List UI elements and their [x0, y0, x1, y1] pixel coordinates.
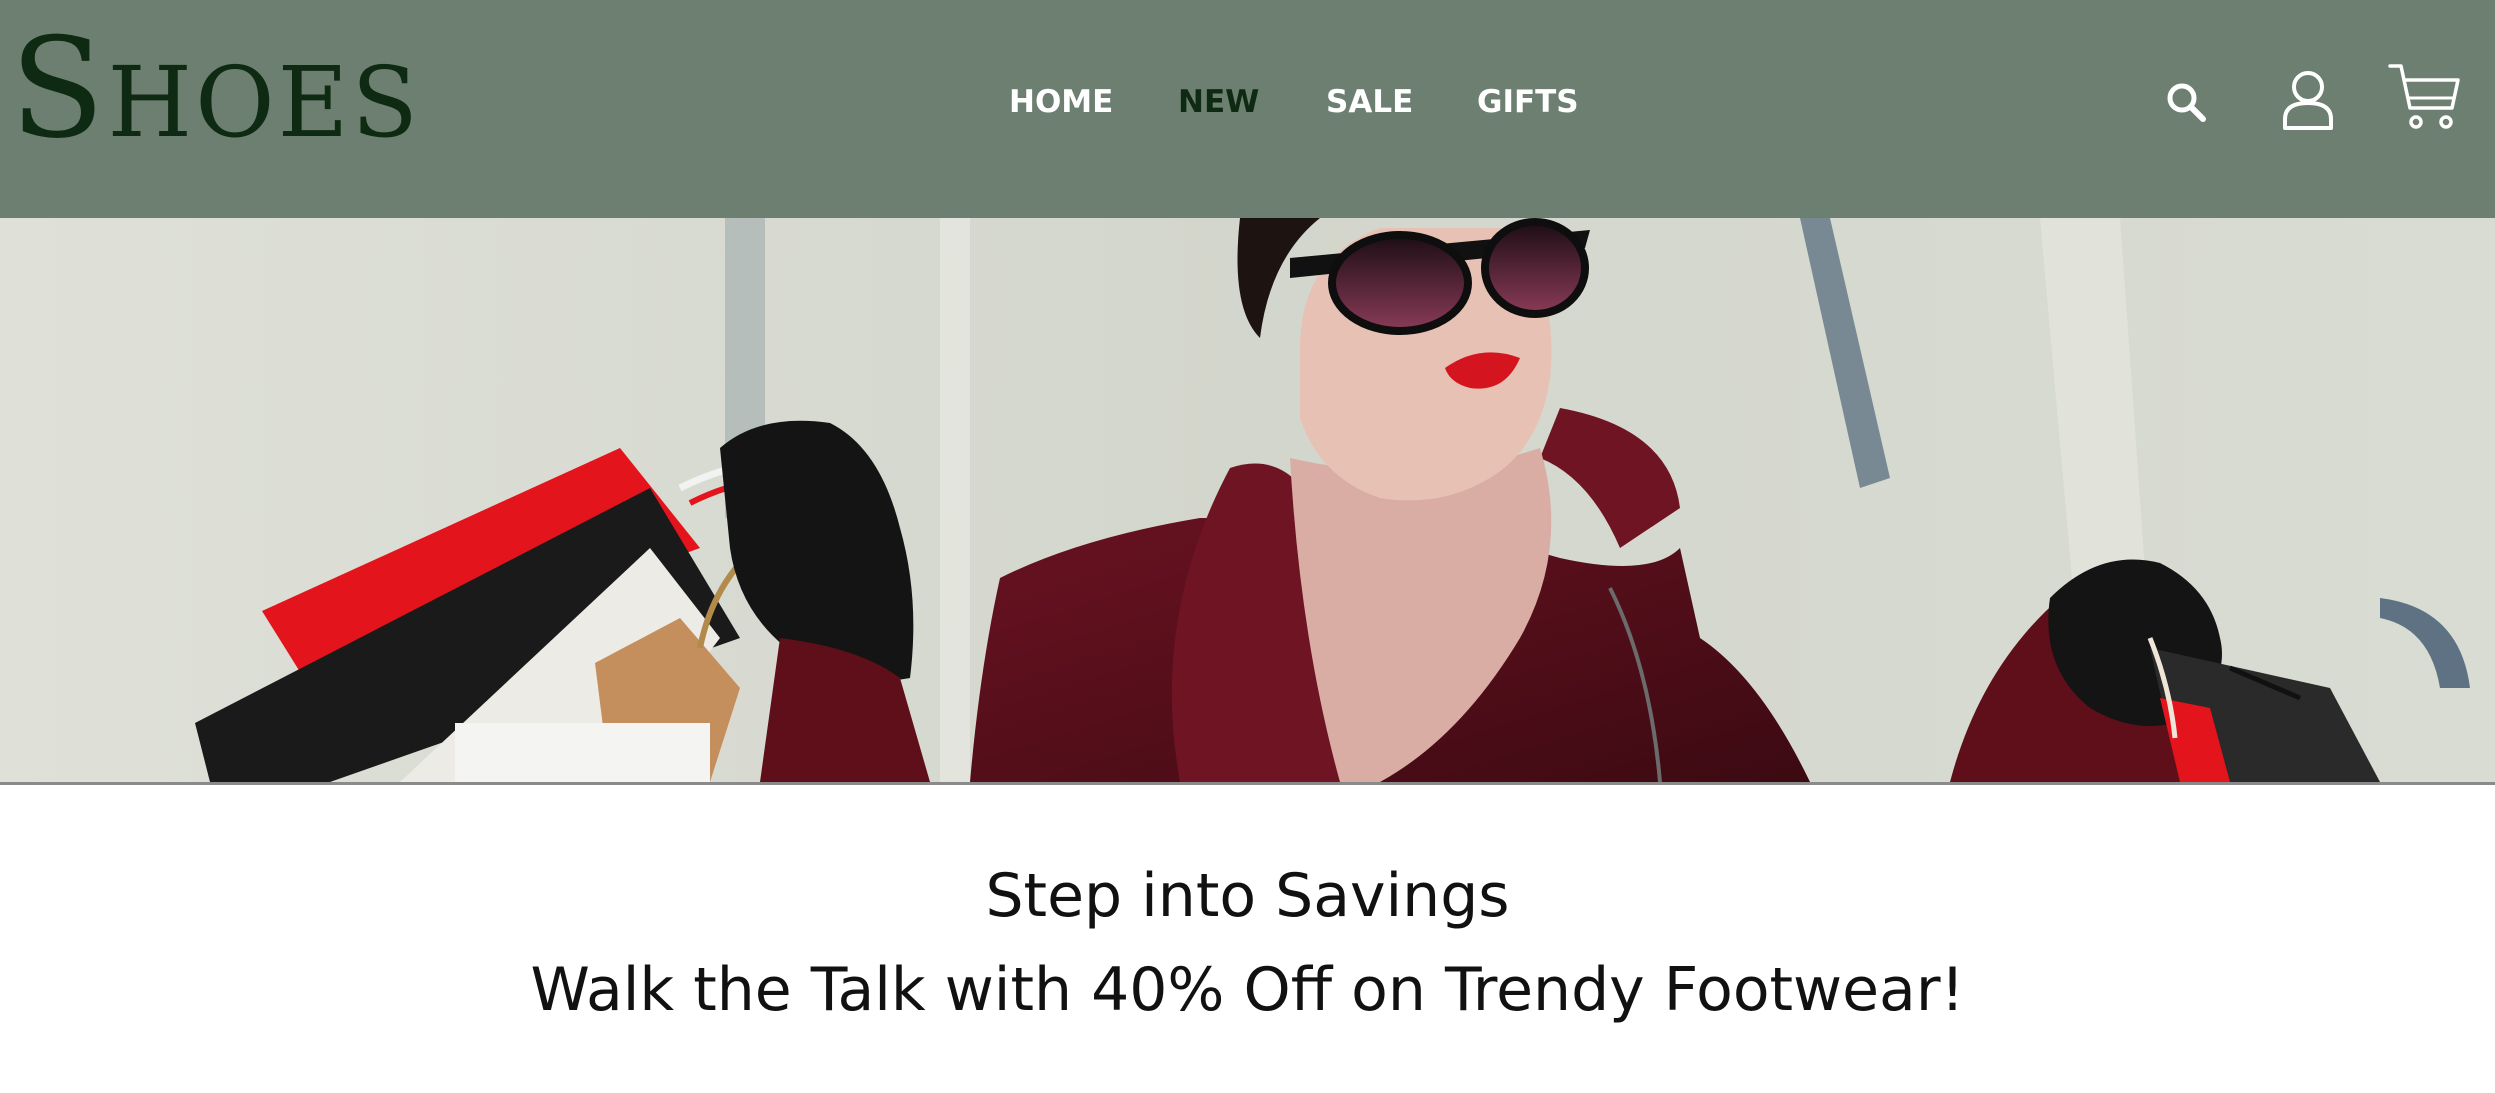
hero-divider — [0, 782, 2495, 785]
site-header: Shoes HOME NEW SALE GIFTS — [0, 0, 2495, 218]
hero-banner — [0, 218, 2495, 782]
nav-item-sale[interactable]: SALE — [1326, 80, 1413, 124]
hero-image — [0, 218, 2495, 782]
nav-item-gifts[interactable]: GIFTS — [1477, 80, 1579, 124]
brand-logo[interactable]: Shoes — [10, 14, 421, 164]
cart-icon[interactable] — [2388, 60, 2462, 134]
user-icon[interactable] — [2282, 69, 2334, 131]
nav-item-new[interactable]: NEW — [1178, 80, 1259, 124]
search-icon[interactable] — [2164, 80, 2208, 124]
promo-subtitle: Walk the Talk with 40% Off on Trendy Foo… — [530, 955, 1965, 1025]
nav-item-home[interactable]: HOME — [1009, 80, 1113, 124]
promo-title: Step into Savings — [985, 861, 1510, 931]
